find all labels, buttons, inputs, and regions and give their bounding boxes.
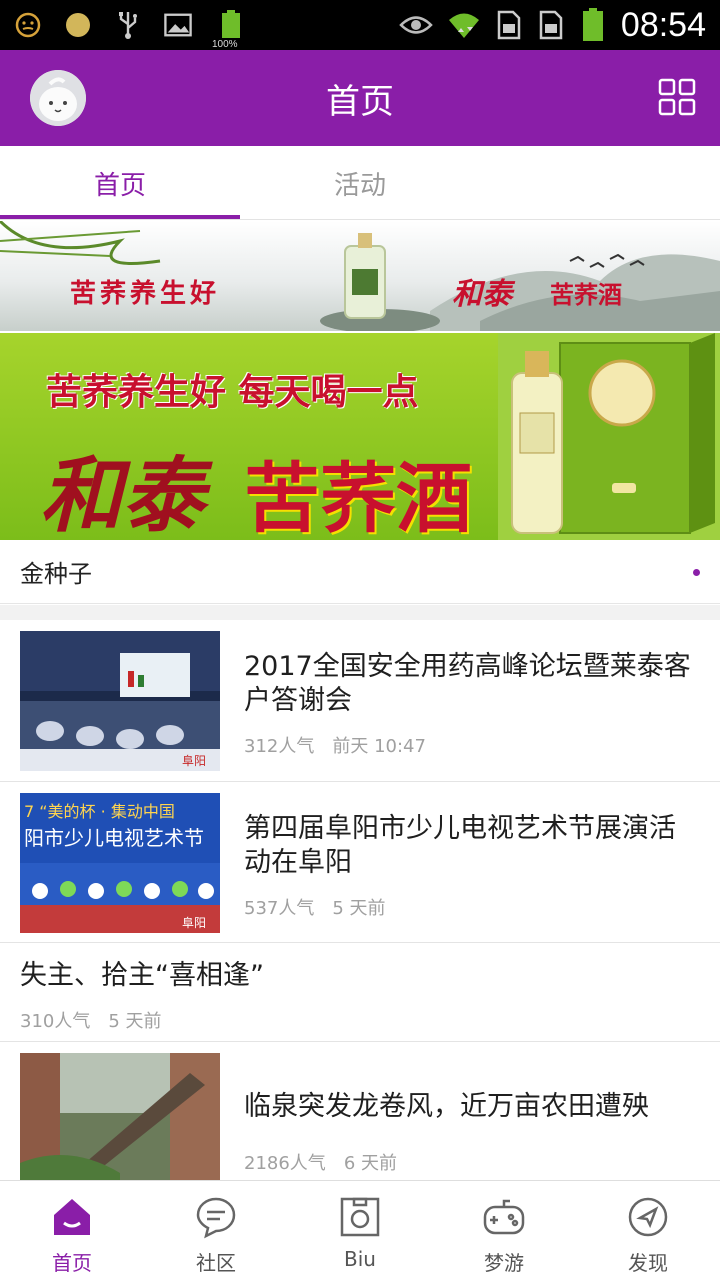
banner-main-brand: 和泰 <box>40 448 204 540</box>
status-clock: 08:54 <box>620 5 706 44</box>
news-item[interactable]: 临泉突发龙卷风，近万亩农田遭殃 2186人气 6 天前 <box>0 1042 720 1182</box>
nav-discover[interactable]: 发现 <box>576 1181 720 1281</box>
sim2-icon <box>537 10 565 40</box>
battery-icon <box>579 8 607 41</box>
banner-main-product: 苦荞酒 <box>244 454 472 540</box>
news-views: 312人气 <box>244 736 315 757</box>
nav-home[interactable]: 首页 <box>0 1181 144 1281</box>
banner-top-brand-text: 和泰 <box>452 277 512 312</box>
camera-frame-icon <box>340 1197 380 1237</box>
ad-banner-main[interactable]: 苦荞养生好 每天喝一点 和泰 苦荞酒 <box>0 333 720 540</box>
sim1-icon <box>495 10 523 40</box>
gamepad-icon <box>483 1199 525 1235</box>
nav-dream[interactable]: 梦游 <box>432 1181 576 1281</box>
svg-text:阜阳: 阜阳 <box>182 916 206 930</box>
tab-home[interactable]: 首页 <box>0 146 240 220</box>
nav-community[interactable]: 社区 <box>144 1181 288 1281</box>
avatar-icon[interactable] <box>30 70 86 126</box>
news-title: 临泉突发龙卷风，近万亩农田遭殃 <box>244 1091 649 1122</box>
grid-icon[interactable] <box>658 78 696 116</box>
carousel-page-dot <box>693 569 700 576</box>
image-icon <box>164 11 192 39</box>
bottom-nav: 首页 社区 Biu 梦游 发现 <box>0 1180 720 1280</box>
news-views: 537人气 <box>244 898 315 919</box>
banner-main-slogan: 苦荞养生好 每天喝一点 <box>46 371 419 413</box>
carousel-caption: 金种子 <box>0 540 720 604</box>
carousel-caption-text: 金种子 <box>20 560 92 588</box>
app-bar: 首页 <box>0 50 720 146</box>
news-thumbnail-tree <box>20 1053 220 1182</box>
wifi-icon <box>447 11 481 39</box>
usb-icon <box>114 11 142 39</box>
nav-biu[interactable]: Biu <box>288 1181 432 1281</box>
svg-text:阜阳: 阜阳 <box>182 754 206 768</box>
nav-label: Biu <box>344 1247 376 1271</box>
section-divider <box>0 605 720 620</box>
news-views: 2186人气 <box>244 1153 326 1174</box>
banner-top-left-text: 苦荞养生好 <box>70 279 221 309</box>
news-meta: 312人气 前天 10:47 <box>244 732 426 758</box>
tab-activity[interactable]: 活动 <box>240 146 480 220</box>
news-time: 前天 10:47 <box>332 736 426 757</box>
news-title: 2017全国安全用药高峰论坛暨莱泰客户答谢会 <box>244 651 691 716</box>
news-time: 5 天前 <box>332 898 386 919</box>
news-item[interactable]: 失主、拾主“喜相逢” 310人气 5 天前 <box>0 943 720 1042</box>
nav-label: 首页 <box>52 1251 92 1275</box>
svg-text:阳市少儿电视艺术节: 阳市少儿电视艺术节 <box>24 826 204 850</box>
news-views: 310人气 <box>20 1011 91 1032</box>
news-time: 6 天前 <box>343 1153 397 1174</box>
nav-label: 发现 <box>628 1251 668 1275</box>
chat-bubble-icon <box>196 1197 236 1239</box>
eye-icon <box>399 11 433 39</box>
ad-banner-top[interactable]: 苦荞养生好 和泰 苦荞酒 <box>0 221 720 331</box>
news-meta: 537人气 5 天前 <box>244 894 386 920</box>
circle-icon <box>64 11 92 39</box>
nav-label: 社区 <box>196 1251 236 1275</box>
news-title: 失主、拾主“喜相逢” <box>20 960 264 991</box>
battery-percent-label: 100% <box>212 39 238 50</box>
news-item[interactable]: 阜阳 2017全国安全用药高峰论坛暨莱泰客户答谢会 312人气 前天 10:47 <box>0 620 720 782</box>
page-title: 首页 <box>326 81 394 122</box>
news-time: 5 天前 <box>108 1011 162 1032</box>
svg-text:7 “美的杯 · 集动中国: 7 “美的杯 · 集动中国 <box>24 802 175 821</box>
news-meta: 2186人气 6 天前 <box>244 1149 397 1175</box>
nav-label: 梦游 <box>484 1251 524 1275</box>
compass-icon <box>628 1197 668 1237</box>
banner-top-product-text: 苦荞酒 <box>550 280 622 309</box>
tab-bar: 首页 活动 <box>0 146 720 220</box>
news-item[interactable]: 7 “美的杯 · 集动中国 阳市少儿电视艺术节 阜阳 第四届阜阳市少儿电视艺术节… <box>0 782 720 943</box>
face-icon <box>14 11 42 39</box>
news-thumbnail-conference: 阜阳 <box>20 631 220 771</box>
news-list: 阜阳 2017全国安全用药高峰论坛暨莱泰客户答谢会 312人气 前天 10:47 … <box>0 620 720 1182</box>
battery-small-icon: 100% <box>212 10 248 50</box>
tab-indicator <box>0 215 240 219</box>
news-meta: 310人气 5 天前 <box>20 1007 162 1033</box>
news-thumbnail-stage: 7 “美的杯 · 集动中国 阳市少儿电视艺术节 阜阳 <box>20 793 220 933</box>
news-title: 第四届阜阳市少儿电视艺术节展演活动在阜阳 <box>244 813 676 878</box>
status-bar: 100% 08:54 <box>0 0 720 50</box>
home-icon <box>54 1199 90 1235</box>
